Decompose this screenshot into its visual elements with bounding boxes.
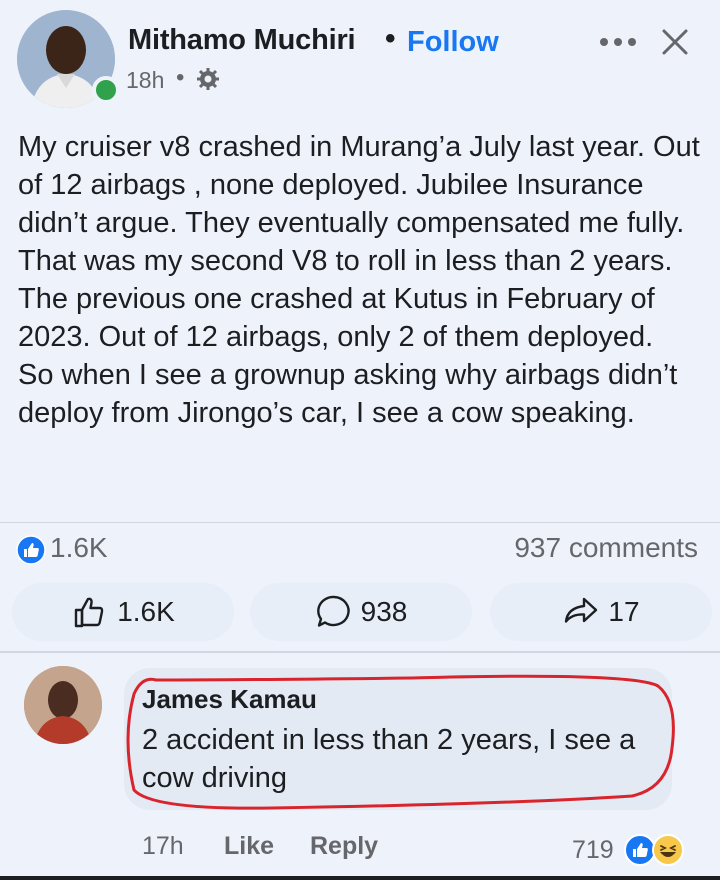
facebook-post: Mithamo Muchiri • Follow 18h • My cruise…: [0, 0, 720, 880]
like-reaction-icon[interactable]: [16, 535, 46, 565]
share-arrow-icon: [565, 597, 598, 623]
timestamp-separator: •: [176, 64, 185, 91]
online-status-indicator: [92, 76, 120, 104]
commenter-name[interactable]: James Kamau: [142, 684, 317, 715]
commenter-avatar[interactable]: [24, 666, 102, 744]
follow-button[interactable]: Follow: [407, 26, 499, 59]
comment-count: 938: [360, 596, 408, 627]
name-separator: •: [385, 22, 396, 55]
reaction-count[interactable]: 1.6K: [50, 532, 108, 564]
settings-gear-icon: [197, 68, 219, 90]
share-count: 17: [608, 596, 640, 627]
thumbs-up-icon: [74, 597, 104, 628]
like-count: 1.6K: [117, 596, 175, 627]
more-dots-icon[interactable]: [598, 36, 638, 48]
post-timestamp[interactable]: 18h: [126, 67, 164, 94]
comment-count-link[interactable]: 937 comments: [514, 532, 698, 564]
comment-reply-button[interactable]: Reply: [310, 832, 378, 861]
divider: [0, 522, 720, 523]
haha-reaction-icon: [652, 834, 684, 866]
like-button[interactable]: 1.6K: [12, 583, 234, 641]
comment-button[interactable]: 938: [250, 583, 472, 641]
comment-reaction-count[interactable]: 719: [572, 836, 614, 865]
comment-timestamp: 17h: [142, 832, 184, 860]
close-icon[interactable]: [661, 28, 689, 56]
comment-bubble-icon: [316, 595, 350, 627]
share-button[interactable]: 17: [490, 583, 712, 641]
author-name[interactable]: Mithamo Muchiri: [128, 24, 356, 57]
comment-like-button[interactable]: Like: [224, 832, 274, 861]
post-body-text: My cruiser v8 crashed in Murang’a July l…: [18, 131, 700, 429]
bottom-edge: [0, 876, 720, 880]
divider: [0, 651, 720, 653]
comment-text: 2 accident in less than 2 years, I see a…: [142, 724, 636, 794]
